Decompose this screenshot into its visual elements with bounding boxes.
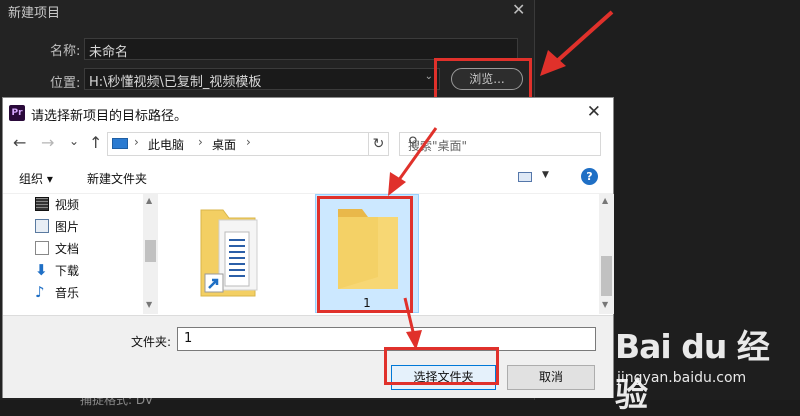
arrow-to-folder: [388, 127, 438, 196]
arrow-to-browse: [540, 10, 614, 76]
arrow-to-select-button: [403, 297, 422, 350]
watermark-url: jingyan.baidu.com: [617, 370, 747, 386]
baidu-jingyan-watermark: Bai du 经验 jingyan.baidu.com: [605, 312, 800, 414]
watermark-brand: Bai du 经验: [615, 327, 770, 414]
